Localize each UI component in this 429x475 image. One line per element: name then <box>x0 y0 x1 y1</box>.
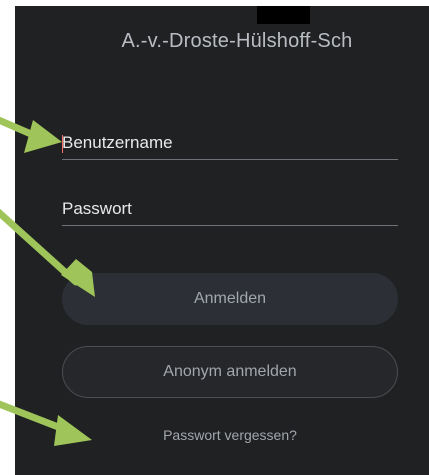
password-field[interactable]: Passwort <box>62 195 398 226</box>
school-title: A.-v.-Droste-Hülshoff-Sch <box>121 30 353 52</box>
login-button[interactable]: Anmelden <box>62 273 398 325</box>
username-placeholder: Benutzername <box>62 133 173 152</box>
login-screen: A.-v.-Droste-Hülshoff-Sch Benutzername P… <box>15 6 429 475</box>
username-field[interactable]: Benutzername <box>62 129 398 160</box>
forgot-password-link[interactable]: Passwort vergessen? <box>62 427 398 443</box>
anonymous-login-button[interactable]: Anonym anmelden <box>62 346 398 398</box>
anonymous-login-button-label: Anonym anmelden <box>163 363 297 380</box>
login-button-label: Anmelden <box>193 290 267 307</box>
password-placeholder: Passwort <box>62 199 132 218</box>
camera-notch <box>257 6 310 24</box>
